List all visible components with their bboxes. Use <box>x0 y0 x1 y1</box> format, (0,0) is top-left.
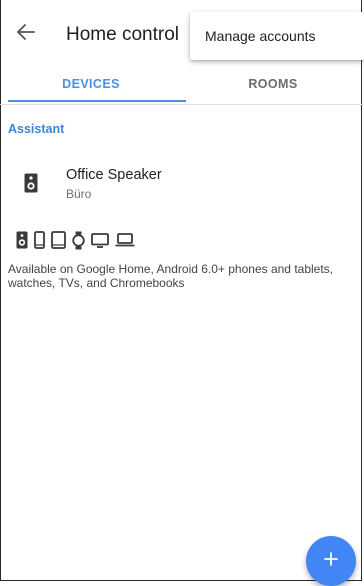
speaker-icon <box>16 231 28 249</box>
phone-icon <box>34 231 45 249</box>
speaker-icon <box>24 173 38 193</box>
tablet-icon <box>51 231 66 249</box>
watch-icon <box>72 231 85 250</box>
section-label-assistant: Assistant <box>8 122 65 136</box>
device-list-item[interactable]: Office Speaker Büro <box>0 158 362 208</box>
availability-text: Available on Google Home, Android 6.0+ p… <box>8 262 334 290</box>
device-name: Office Speaker <box>66 167 162 183</box>
tab-bar: DEVICES ROOMS <box>0 66 364 105</box>
back-arrow-icon <box>17 23 35 45</box>
overflow-menu: Manage accounts <box>190 12 364 60</box>
supported-devices-icons <box>16 230 135 250</box>
device-room: Büro <box>66 187 92 201</box>
plus-icon <box>324 551 338 571</box>
tv-icon <box>91 232 109 248</box>
back-button[interactable] <box>12 20 40 48</box>
tab-rooms[interactable]: ROOMS <box>182 66 364 102</box>
page-title: Home control <box>66 24 179 45</box>
add-button[interactable] <box>306 536 356 586</box>
active-tab-indicator <box>8 100 186 102</box>
tab-devices[interactable]: DEVICES <box>0 66 182 102</box>
laptop-icon <box>115 233 135 247</box>
menu-item-manage-accounts[interactable]: Manage accounts <box>205 28 316 44</box>
